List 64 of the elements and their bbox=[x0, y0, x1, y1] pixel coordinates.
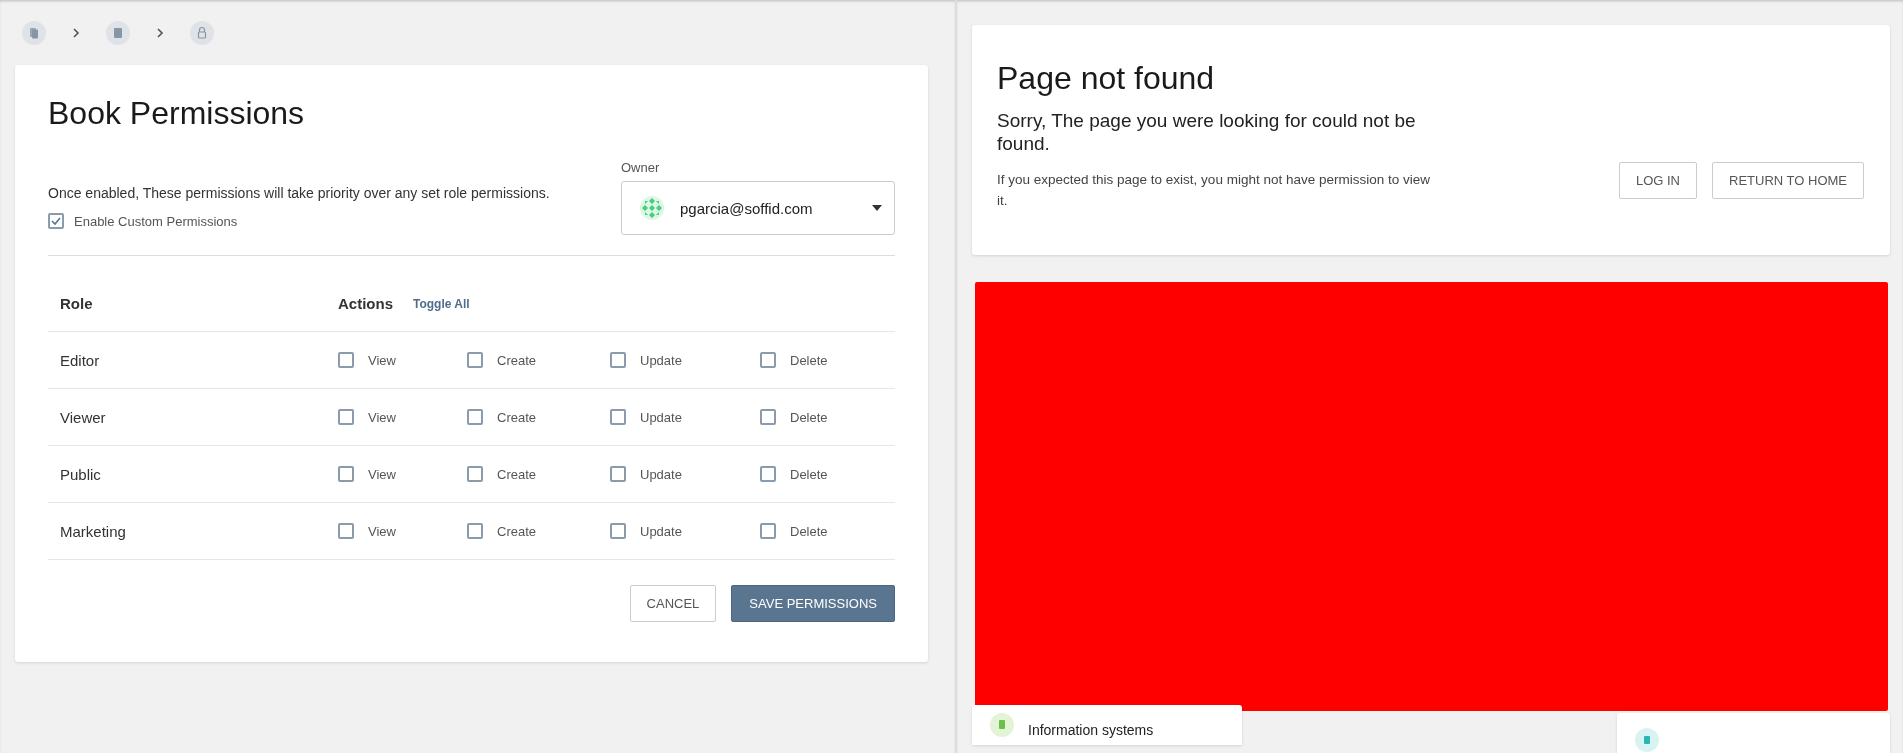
lock-icon[interactable] bbox=[190, 21, 214, 45]
checkbox[interactable] bbox=[467, 409, 483, 425]
action-label: Delete bbox=[790, 466, 828, 482]
role-name: Public bbox=[60, 465, 102, 483]
action-label: Delete bbox=[790, 523, 828, 539]
toggle-all-link[interactable]: Toggle All bbox=[413, 296, 470, 311]
checkbox[interactable] bbox=[338, 352, 354, 368]
column-header: Actions bbox=[338, 295, 393, 312]
checkbox[interactable] bbox=[760, 523, 776, 539]
login-button[interactable]: LOG IN bbox=[1618, 162, 1697, 199]
error-message: If you expected this page to exist, you might not have permission to view it. bbox=[997, 171, 1431, 210]
home-button[interactable]: RETURN TO HOME bbox=[1712, 162, 1864, 199]
action-label: Delete bbox=[790, 352, 828, 368]
action-label: Update bbox=[640, 409, 682, 425]
save-button[interactable]: SAVE PERMISSIONS bbox=[731, 585, 895, 622]
checkbox[interactable] bbox=[338, 409, 354, 425]
action-label: View bbox=[368, 523, 396, 539]
checkbox[interactable] bbox=[760, 466, 776, 482]
checkbox[interactable] bbox=[760, 352, 776, 368]
action-label: Create bbox=[497, 466, 537, 482]
action-label: Update bbox=[640, 523, 682, 539]
role-name: Viewer bbox=[60, 408, 107, 426]
action-label: Create bbox=[497, 352, 537, 368]
role-name: Marketing bbox=[60, 522, 127, 540]
books-icon[interactable] bbox=[22, 21, 46, 45]
chevron-icon bbox=[70, 27, 82, 39]
action-label: Delete bbox=[790, 409, 828, 425]
description-text: Once enabled, These permissions will take priority over any set role permissions. bbox=[48, 185, 550, 201]
checkbox[interactable] bbox=[610, 466, 626, 482]
document-icon bbox=[1635, 728, 1659, 752]
cancel-button[interactable]: CANCEL bbox=[629, 585, 717, 622]
checkbox[interactable] bbox=[610, 409, 626, 425]
avatar-icon bbox=[640, 196, 664, 220]
checkbox[interactable] bbox=[610, 523, 626, 539]
owner-select[interactable]: pgarcia@soffid.com bbox=[621, 181, 895, 235]
checkbox[interactable] bbox=[48, 213, 64, 229]
card-title: Information systems bbox=[1028, 722, 1154, 738]
checkbox[interactable] bbox=[338, 466, 354, 482]
action-label: View bbox=[368, 466, 396, 482]
error-subtitle: Sorry, The page you were looking for could not be found. bbox=[997, 109, 1417, 155]
action-label: Create bbox=[497, 409, 537, 425]
column-header: Role bbox=[60, 295, 94, 312]
action-label: Create bbox=[497, 523, 537, 539]
checkbox[interactable] bbox=[467, 352, 483, 368]
chevron-icon bbox=[154, 27, 166, 39]
checkbox[interactable] bbox=[760, 409, 776, 425]
system-card[interactable]: Information systems bbox=[972, 705, 1242, 745]
action-label: View bbox=[368, 409, 396, 425]
checkbox-label: Enable Custom Permissions bbox=[74, 213, 238, 229]
action-label: Update bbox=[640, 466, 682, 482]
checkbox[interactable] bbox=[467, 523, 483, 539]
owner-label: Owner bbox=[621, 160, 661, 175]
caret-icon bbox=[872, 205, 882, 211]
role-name: Editor bbox=[60, 351, 101, 369]
book-icon[interactable] bbox=[106, 21, 130, 45]
error-title: Page not found bbox=[997, 60, 1216, 97]
owner-value: pgarcia@soffid.com bbox=[680, 199, 814, 217]
action-label: Update bbox=[640, 352, 682, 368]
action-label: View bbox=[368, 352, 396, 368]
checkbox[interactable] bbox=[610, 352, 626, 368]
page-title: Book Permissions bbox=[48, 95, 306, 132]
checkbox[interactable] bbox=[467, 466, 483, 482]
document-icon bbox=[990, 713, 1014, 737]
checkbox[interactable] bbox=[338, 523, 354, 539]
